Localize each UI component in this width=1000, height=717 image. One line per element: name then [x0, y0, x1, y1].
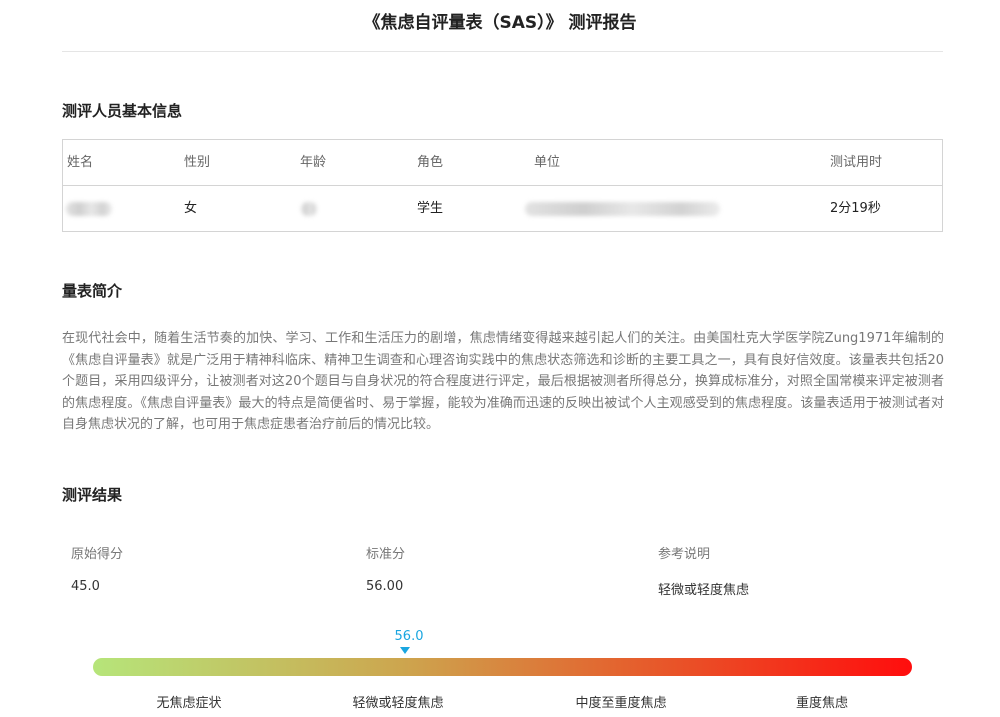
age-redacted [301, 202, 317, 216]
header-duration: 测试用时 [830, 155, 883, 170]
score-marker-value: 56.0 [394, 629, 424, 644]
header-unit: 单位 [534, 155, 561, 170]
std-score-value: 56.00 [366, 579, 404, 594]
raw-score-value: 45.0 [71, 579, 100, 594]
section-results: 测评结果 [62, 486, 123, 504]
raw-score-label: 原始得分 [71, 547, 124, 562]
std-score-label: 标准分 [366, 547, 406, 562]
section-basic-info: 测评人员基本信息 [62, 102, 183, 120]
severity-gradient-bar [93, 658, 912, 676]
header-role: 角色 [417, 155, 444, 170]
value-gender: 女 [184, 201, 198, 216]
reference-value: 轻微或轻度焦虑 [658, 583, 750, 598]
name-redacted [66, 202, 112, 216]
reference-label: 参考说明 [658, 547, 711, 562]
unit-redacted [525, 202, 720, 216]
header-name: 姓名 [67, 155, 94, 170]
level-none: 无焦虑症状 [156, 696, 222, 711]
value-duration: 2分19秒 [830, 201, 881, 216]
title-divider [62, 51, 943, 52]
level-mild: 轻微或轻度焦虑 [352, 696, 444, 711]
info-table: 姓名 性别 年龄 角色 单位 测试用时 女 学生 2分19秒 [62, 139, 943, 232]
info-table-row: 女 学生 2分19秒 [63, 186, 942, 232]
level-severe: 重度焦虑 [795, 696, 848, 711]
value-role: 学生 [417, 201, 444, 216]
section-intro: 量表简介 [62, 282, 123, 300]
score-marker-arrow-icon [400, 647, 411, 654]
level-moderate: 中度至重度焦虑 [575, 696, 667, 711]
intro-paragraph: 在现代社会中，随着生活节奏的加快、学习、工作和生活压力的剧增，焦虑情绪变得越来越… [62, 331, 944, 432]
header-gender: 性别 [184, 155, 211, 170]
report-title: 《焦虑自评量表（SAS）》 测评报告 [363, 13, 637, 33]
header-age: 年龄 [300, 155, 327, 170]
info-table-header: 姓名 性别 年龄 角色 单位 测试用时 [63, 140, 942, 186]
